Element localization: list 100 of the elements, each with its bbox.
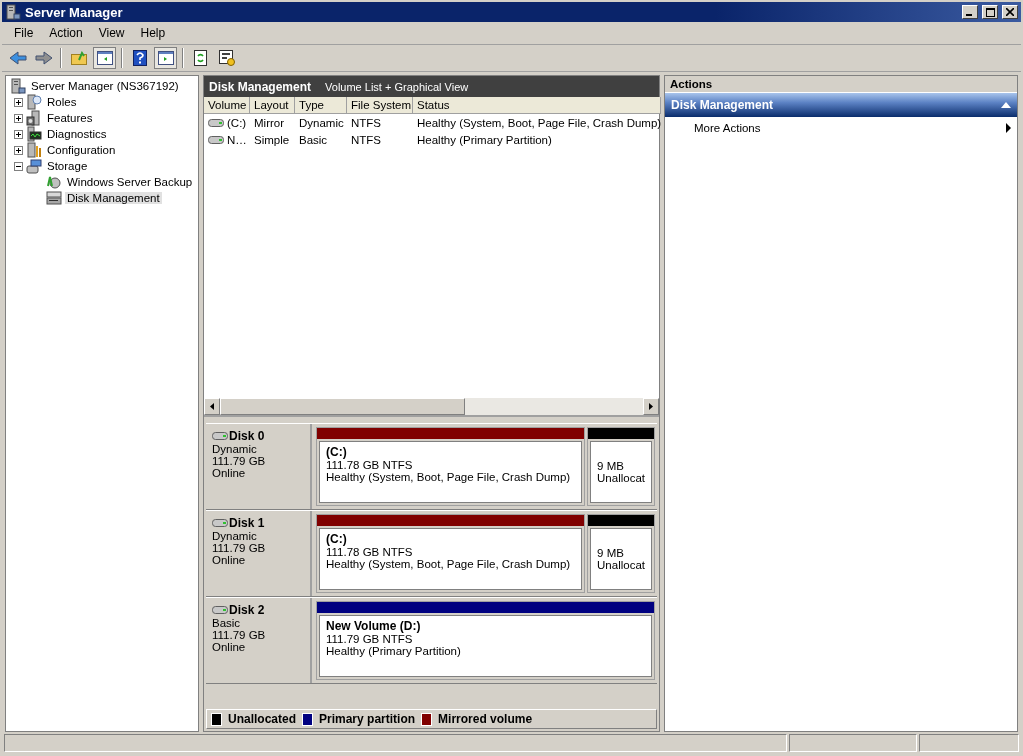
disk-type: Dynamic	[212, 530, 258, 542]
tree-item[interactable]: Disk Management	[65, 192, 162, 204]
actions-header: Actions	[665, 76, 1017, 93]
expander[interactable]	[14, 161, 23, 171]
server-icon	[26, 110, 42, 126]
plus-icon	[15, 98, 22, 106]
partition-status: Healthy (System, Boot, Page File, Crash Dump)	[326, 558, 572, 570]
table-cell-text: Basic	[298, 132, 329, 148]
forward-arrow-icon	[34, 51, 53, 65]
maximize-button[interactable]	[982, 5, 998, 19]
tools-icon	[26, 142, 42, 158]
column-header[interactable]: Volume	[204, 97, 250, 114]
disk-status: Online	[212, 467, 247, 479]
console-tree-button[interactable]	[93, 47, 116, 69]
pane-icon	[96, 51, 113, 65]
server-icon	[26, 94, 42, 110]
folder-icon	[70, 51, 87, 65]
partition-status: Unallocat	[597, 472, 645, 484]
disk-size: 111.79 GB	[212, 542, 267, 554]
pane-icon	[157, 51, 174, 65]
column-header[interactable]: Type	[295, 97, 347, 114]
action-item[interactable]: More Actions	[665, 117, 1017, 139]
partition-size: 9 MB	[597, 547, 625, 559]
disk-drive-icon	[46, 190, 62, 206]
action-pane-button[interactable]	[154, 47, 177, 69]
minimize-button[interactable]	[962, 5, 978, 19]
plus-icon	[15, 130, 22, 138]
legend-label: Mirrored volume	[438, 712, 533, 726]
plus-icon	[15, 114, 22, 122]
legend-label: Primary partition	[319, 712, 416, 726]
disk-size: 111.79 GB	[212, 629, 267, 641]
partition-size: 111.78 GB NTFS	[326, 459, 414, 471]
expander[interactable]	[14, 145, 23, 155]
pane-subtitle: Volume List + Graphical View	[325, 80, 469, 93]
right-arrow-icon[interactable]	[649, 403, 653, 410]
close-icon	[1006, 8, 1014, 16]
menu-item[interactable]: Help	[132, 26, 174, 40]
partition-label: New Volume (D:)	[326, 619, 422, 633]
collapse-icon	[1001, 102, 1011, 108]
partition[interactable]: (C:) 111.78 GB NTFS Healthy (System, Boot, Page File, Crash Dump)	[316, 427, 586, 506]
actions-section[interactable]: Disk Management	[665, 93, 1017, 117]
tree-item[interactable]: Roles	[45, 96, 79, 108]
table-cell-text: Healthy (Primary Partition)	[416, 132, 553, 148]
table-cell-text: Dynamic	[298, 115, 345, 131]
partition-label: (C:)	[326, 445, 348, 459]
partition-status: Unallocat	[597, 559, 645, 571]
partition[interactable]: 9 MB Unallocat	[587, 514, 655, 593]
column-header[interactable]: File System	[347, 97, 413, 114]
partition-size: 9 MB	[597, 460, 625, 472]
horizontal-scrollbar[interactable]	[204, 398, 659, 415]
tree-item[interactable]: Diagnostics	[45, 128, 109, 140]
tree-item[interactable]: Features	[45, 112, 95, 124]
menu-item[interactable]: View	[90, 26, 133, 40]
disk-status: Online	[212, 641, 247, 653]
disk-name: Disk 1	[212, 516, 304, 530]
expander[interactable]	[14, 129, 23, 139]
tree-item[interactable]: Server Manager (NS367192)	[29, 80, 181, 92]
tree-item[interactable]: Configuration	[45, 144, 118, 156]
partition-size: 111.78 GB NTFS	[326, 546, 414, 558]
plus-icon	[15, 146, 22, 154]
table-cell-text: Simple	[253, 132, 291, 148]
refresh-icon	[194, 50, 207, 66]
menu-item[interactable]: File	[6, 26, 42, 40]
expander[interactable]	[14, 113, 23, 123]
partition[interactable]: New Volume (D:) 111.79 GB NTFS Healthy (Primary Partition)	[316, 601, 655, 680]
partition[interactable]: 9 MB Unallocat	[587, 427, 655, 506]
window-title: Server Manager	[25, 4, 124, 20]
close-button[interactable]	[1002, 5, 1018, 19]
pane-title: Disk Management	[209, 79, 312, 94]
table-cell-text: NTFS	[350, 132, 383, 148]
disk-name: Disk 2	[212, 603, 304, 617]
column-header[interactable]: Layout	[250, 97, 295, 114]
tree-item[interactable]: Windows Server Backup	[65, 176, 195, 188]
left-arrow-icon[interactable]	[210, 403, 214, 410]
table-cell-text: Healthy (System, Boot, Page File, Crash Dump)	[416, 115, 662, 131]
disk-name: Disk 0	[212, 429, 304, 443]
submenu-arrow-icon	[1006, 123, 1011, 133]
monitor-icon	[26, 126, 42, 142]
backup-icon	[46, 174, 62, 190]
menu-item[interactable]: Action	[41, 26, 91, 40]
help-icon	[132, 50, 147, 66]
disk-size: 111.79 GB	[212, 455, 267, 467]
disk-type: Dynamic	[212, 443, 258, 455]
partition[interactable]: (C:) 111.78 GB NTFS Healthy (System, Boot, Page File, Crash Dump)	[316, 514, 586, 593]
partition-size: 111.79 GB NTFS	[326, 633, 414, 645]
table-cell: N…	[204, 131, 250, 148]
tree-item[interactable]: Storage	[45, 160, 90, 172]
partition-label: (C:)	[326, 532, 348, 546]
expander[interactable]	[14, 97, 23, 107]
maximize-icon	[985, 7, 995, 17]
app-icon	[5, 4, 21, 20]
table-cell-text: Mirror	[253, 115, 286, 131]
legend-label: Unallocated	[228, 712, 296, 726]
table-cell-text: NTFS	[350, 115, 383, 131]
table-cell: (C:)	[204, 114, 250, 131]
disk-status: Online	[212, 554, 247, 566]
back-arrow-icon	[8, 51, 27, 65]
column-header[interactable]: Status	[413, 97, 662, 114]
properties-icon	[218, 50, 235, 66]
partition-status: Healthy (System, Boot, Page File, Crash Dump)	[326, 471, 572, 483]
